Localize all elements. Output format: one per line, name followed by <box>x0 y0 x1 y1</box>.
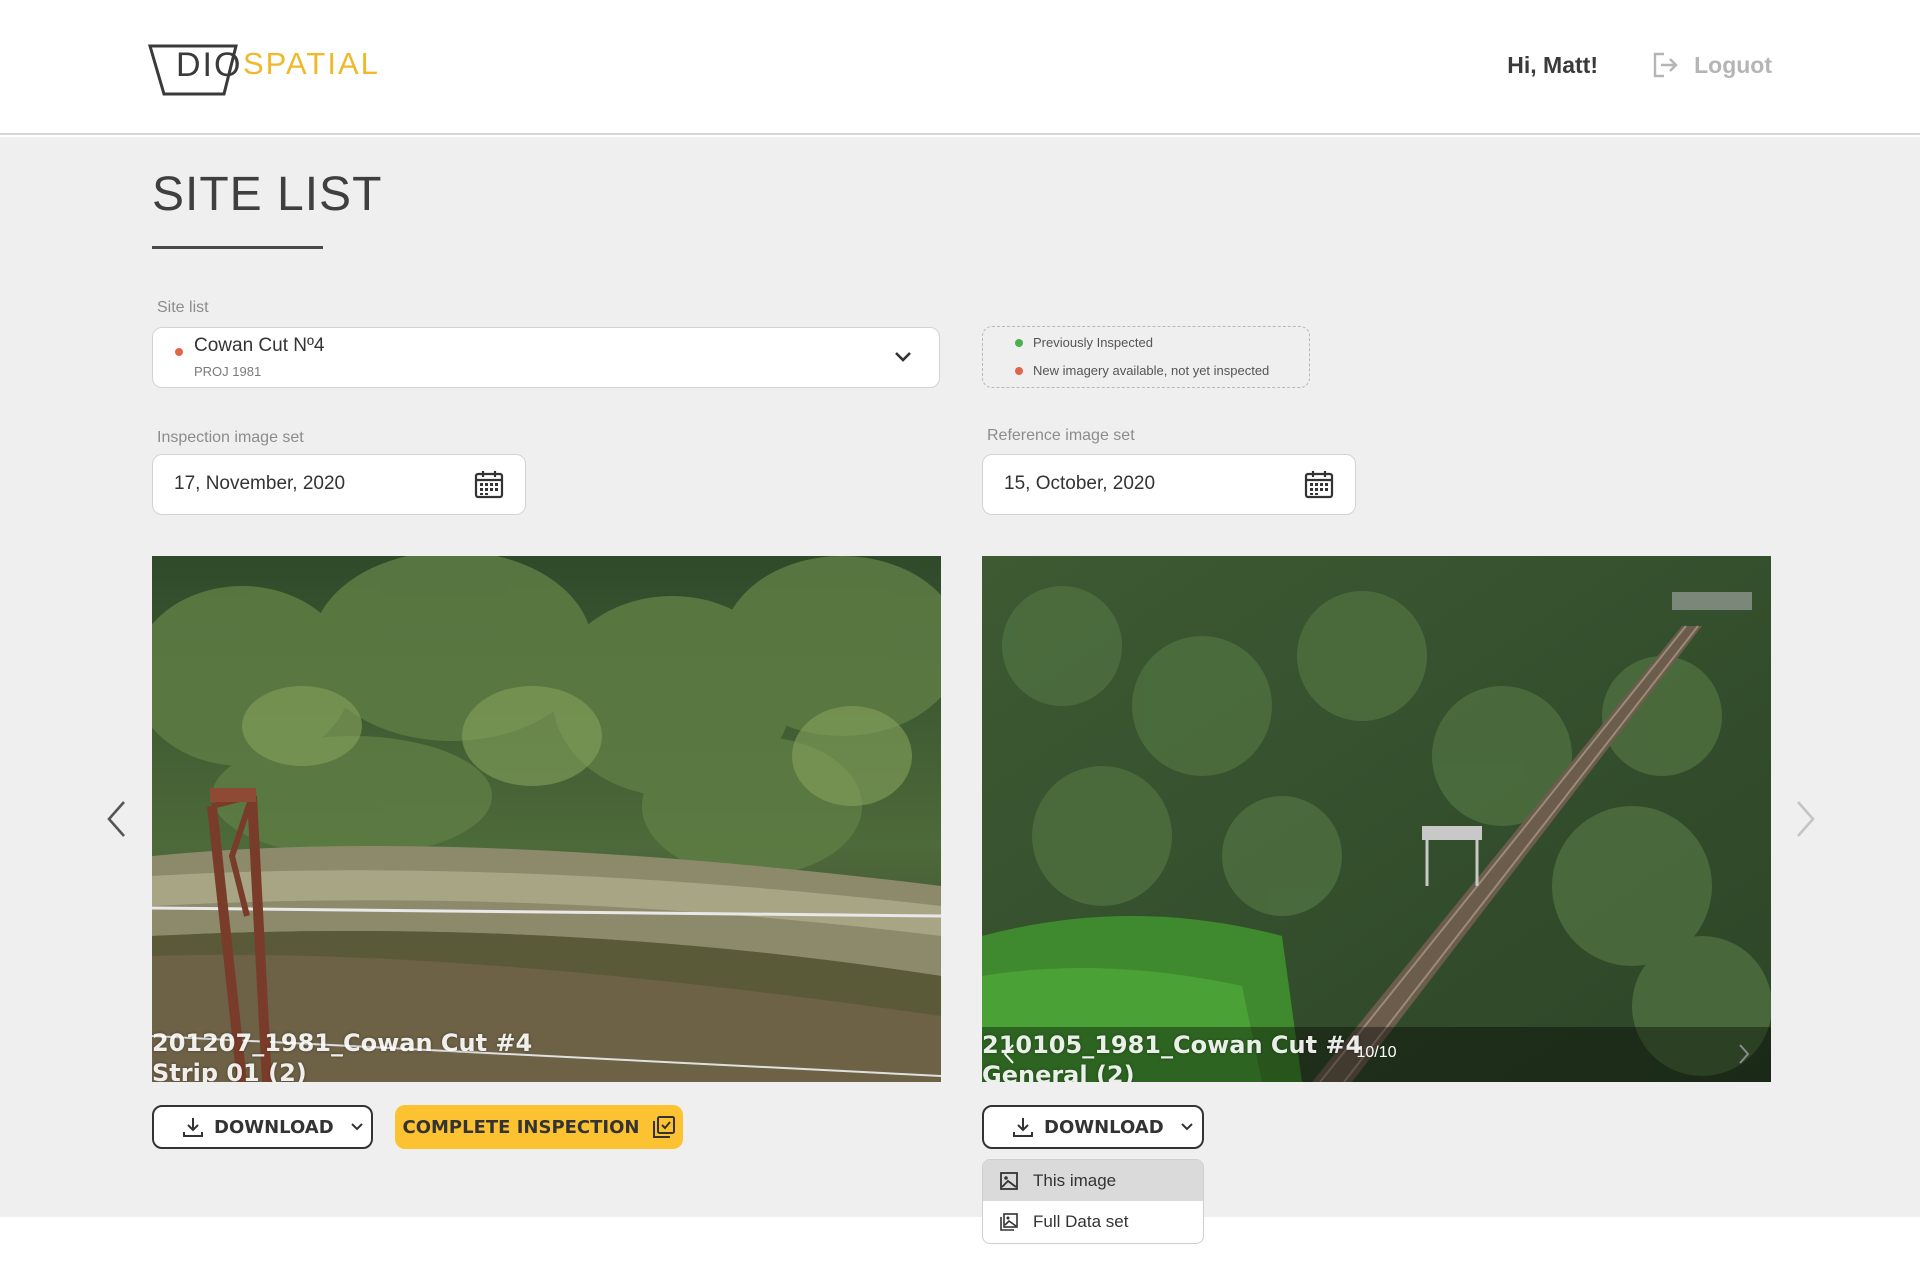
download-options-menu: This image Full Data set <box>982 1159 1204 1244</box>
page-title: SITE LIST <box>152 168 383 221</box>
inspection-date-value: 17, November, 2020 <box>174 473 346 494</box>
reference-set-label: Reference image set <box>987 427 1135 444</box>
logo-text-spatial: SPATIAL <box>243 46 380 81</box>
inspection-photo-render <box>152 556 941 1082</box>
reference-photo-render <box>982 556 1771 1082</box>
logout-icon <box>1653 52 1678 78</box>
site-code: PROJ 1981 <box>194 364 262 379</box>
chevron-down-icon <box>895 352 911 362</box>
download-label: DOWNLOAD <box>1044 1116 1164 1138</box>
download-icon <box>1013 1118 1033 1137</box>
reference-download-button[interactable]: DOWNLOAD <box>982 1105 1204 1149</box>
logo-text-dio: DIO <box>176 46 243 84</box>
previous-image-arrow-icon[interactable] <box>104 799 130 839</box>
complete-inspection-button[interactable]: COMPLETE INSPECTION <box>395 1105 683 1149</box>
menu-item-label: This image <box>1033 1170 1117 1190</box>
menu-item-full-data-set[interactable]: Full Data set <box>983 1201 1203 1242</box>
images-icon <box>1000 1212 1018 1231</box>
main-content: SITE LIST Site list Cowan Cut Nº4 PROJ 1… <box>0 137 1920 1217</box>
reference-date-value: 15, October, 2020 <box>1004 473 1156 494</box>
legend-label: New imagery available, not yet inspected <box>1033 363 1270 378</box>
chevron-down-icon <box>350 1123 363 1131</box>
complete-inspection-label: COMPLETE INSPECTION <box>402 1116 640 1138</box>
inspection-image-caption-line1: 201207_1981_Cowan Cut #4 <box>152 1029 533 1057</box>
next-image-arrow-icon[interactable] <box>1792 799 1818 839</box>
inspection-set-label: Inspection image set <box>157 429 304 446</box>
image-icon <box>1000 1171 1018 1190</box>
reference-image-caption-line1: 210105_1981_Cowan Cut #4 <box>982 1031 1363 1059</box>
download-label: DOWNLOAD <box>214 1116 334 1138</box>
reference-image[interactable]: 10/10 210105_1981_Cowan Cut #4 General (… <box>982 556 1771 1082</box>
reference-image-caption-line2: General (2) <box>982 1061 1135 1082</box>
inspection-image-caption-line2: Strip 01 (2) <box>152 1059 307 1082</box>
diospatial-logo[interactable]: DIO SPATIAL <box>148 44 393 96</box>
legend-label: Previously Inspected <box>1033 335 1153 350</box>
inspection-image[interactable]: 201207_1981_Cowan Cut #4 Strip 01 (2) <box>152 556 941 1082</box>
calendar-icon <box>1304 471 1334 499</box>
inspection-date-picker[interactable]: 17, November, 2020 <box>152 454 526 515</box>
reference-date-picker[interactable]: 15, October, 2020 <box>982 454 1356 515</box>
legend-item-inspected: Previously Inspected <box>1015 335 1153 350</box>
top-header: DIO SPATIAL Hi, Matt! Loguot <box>0 0 1920 135</box>
site-list-label: Site list <box>157 299 209 316</box>
green-dot-icon <box>1015 338 1023 347</box>
menu-item-label: Full Data set <box>1033 1211 1129 1231</box>
logout-label: Loguot <box>1694 51 1772 78</box>
logout-button[interactable]: Loguot <box>1650 50 1772 80</box>
checklist-icon <box>652 1116 675 1138</box>
user-greeting: Hi, Matt! <box>1507 52 1598 78</box>
red-dot-icon <box>1015 366 1023 375</box>
title-underline <box>152 246 323 249</box>
status-legend: Previously Inspected New imagery availab… <box>982 326 1310 388</box>
inspection-download-button[interactable]: DOWNLOAD <box>152 1105 373 1149</box>
download-icon <box>183 1118 203 1137</box>
chevron-down-icon <box>1180 1123 1193 1131</box>
site-list-select[interactable]: Cowan Cut Nº4 PROJ 1981 <box>152 327 940 388</box>
calendar-icon <box>474 471 504 499</box>
chevron-right-icon[interactable] <box>1737 1043 1751 1065</box>
menu-item-this-image[interactable]: This image <box>983 1160 1203 1201</box>
site-status-dot <box>175 348 183 356</box>
site-name: Cowan Cut Nº4 <box>194 335 325 356</box>
legend-item-new: New imagery available, not yet inspected <box>1015 363 1269 378</box>
